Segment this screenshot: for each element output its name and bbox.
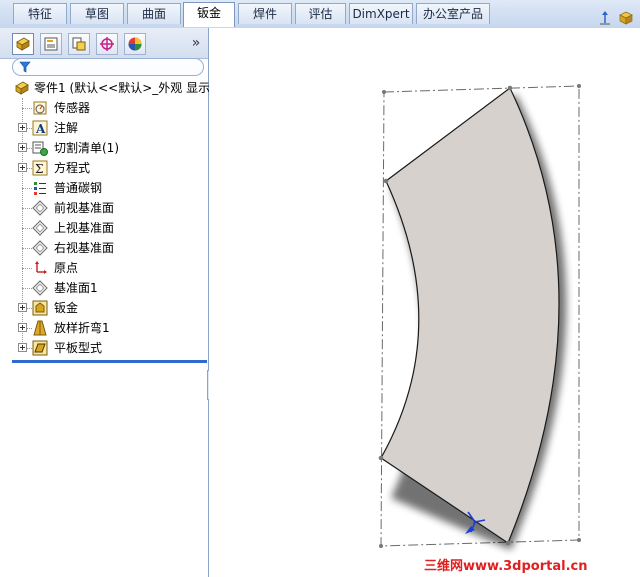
tree-item-label: 上视基准面 [54,221,115,235]
svg-text:Σ: Σ [35,162,43,176]
display-manager-icon [128,37,142,51]
tree-item-cut-list[interactable]: 切割清单(1) [0,138,208,158]
plane-icon [32,220,48,236]
tree-item-label: 方程式 [54,161,91,175]
tree-item-label: 放样折弯1 [54,321,110,335]
tree-connector [22,188,32,189]
tree-item-flat-pattern[interactable]: 平板型式 [0,338,208,358]
tree-connector [22,288,32,289]
tree-root-part[interactable]: 零件1 (默认<<默认>_外观 显示 [0,78,211,98]
vertex-point [378,455,384,461]
equation-icon: Σ [32,160,48,176]
sheet-metal-icon [32,300,48,316]
configuration-manager-tab[interactable] [68,33,90,55]
property-manager-tab[interactable] [40,33,62,55]
tree-item-equations[interactable]: Σ 方程式 [0,158,208,178]
tab-sketch[interactable]: 草图 [70,3,124,24]
flat-pattern-icon [32,340,48,356]
tab-features[interactable]: 特征 [13,3,67,24]
filter-icon [19,61,31,73]
tree-item-front-plane[interactable]: 前视基准面 [0,198,208,218]
configuration-manager-icon [72,37,86,51]
plane-icon [32,280,48,296]
expand-toggle[interactable] [18,323,27,332]
display-manager-tab[interactable] [124,33,146,55]
dimxpert-manager-icon [100,37,114,51]
tab-evaluate[interactable]: 评估 [295,3,346,24]
vertex-point [382,90,386,94]
tab-sheet-metal[interactable]: 钣金 [183,2,235,27]
vertex-point [507,85,513,91]
expand-toggle[interactable] [18,303,27,312]
rollback-bar[interactable] [12,360,207,363]
feature-manager-panel: » 零件1 (默认<<默认>_外观 显示 传感器 A 注解 切割清单(1) Σ … [0,28,211,577]
expand-toggle[interactable] [18,123,27,132]
feature-filter-input[interactable] [12,58,204,76]
feature-manager-icon [16,37,30,51]
expand-panel-chevron[interactable]: » [188,33,204,53]
cut-list-icon [32,141,48,156]
property-manager-icon [44,37,58,51]
tree-item-plane1[interactable]: 基准面1 [0,278,208,298]
tree-item-label: 切割清单(1) [54,141,119,155]
tree-item-label: 右视基准面 [54,241,115,255]
lofted-bend-face[interactable] [380,87,560,544]
tree-connector [22,208,32,209]
material-icon [34,182,46,195]
vertex-point [383,178,389,184]
tree-item-label: 普通碳钢 [54,181,103,195]
expand-toggle[interactable] [18,343,27,352]
tree-root-label: 零件1 (默认<<默认>_外观 显示 [34,81,211,95]
part-icon [15,81,29,95]
vertex-point [379,544,383,548]
tree-item-label: 基准面1 [54,281,98,295]
tree-item-right-plane[interactable]: 右视基准面 [0,238,208,258]
origin-icon [35,261,47,274]
graphics-area[interactable] [209,28,640,577]
tree-item-lofted-bend1[interactable]: 放样折弯1 [0,318,208,338]
tab-dimxpert[interactable]: DimXpert [349,3,413,24]
dimxpert-manager-tab[interactable] [96,33,118,55]
tree-item-label: 传感器 [54,101,91,115]
tree-item-label: 平板型式 [54,341,103,355]
tree-item-origin[interactable]: 原点 [0,258,208,278]
tree-connector [22,248,32,249]
tree-connector [22,268,32,269]
command-manager-tabs: 特征 草图 曲面 钣金 焊件 评估 DimXpert 办公室产品 [0,0,640,29]
tree-item-annotations[interactable]: A 注解 [0,118,208,138]
vertex-point [577,84,581,88]
plane-icon [32,240,48,256]
tree-item-label: 钣金 [54,301,79,315]
annotation-icon: A [32,120,48,136]
view-orientation-icon[interactable] [618,10,634,26]
vertex-point [577,538,581,542]
sensor-icon [33,101,47,115]
tree-item-material[interactable]: 普通碳钢 [0,178,208,198]
tree-item-label: 前视基准面 [54,201,115,215]
view-axis-icon[interactable] [598,10,612,26]
svg-text:A: A [35,122,46,136]
watermark-text: 三维网www.3dportal.cn [424,559,588,574]
tree-item-sheet-metal[interactable]: 钣金 [0,298,208,318]
tree-connector [22,108,32,109]
lofted-bend-icon [33,320,47,336]
tab-weldments[interactable]: 焊件 [238,3,292,24]
plane-icon [32,200,48,216]
tree-item-sensors[interactable]: 传感器 [0,98,208,118]
tree-item-top-plane[interactable]: 上视基准面 [0,218,208,238]
tab-surfaces[interactable]: 曲面 [127,3,181,24]
tree-item-label: 原点 [54,261,79,275]
expand-toggle[interactable] [18,163,27,172]
panel-toolbar: » [0,28,208,59]
tree-item-label: 注解 [54,121,79,135]
expand-toggle[interactable] [18,143,27,152]
tree-connector [22,228,32,229]
feature-manager-tab[interactable] [12,33,34,55]
part-view[interactable] [209,28,640,577]
tab-office-products[interactable]: 办公室产品 [416,3,490,24]
vertex-point [505,540,511,546]
